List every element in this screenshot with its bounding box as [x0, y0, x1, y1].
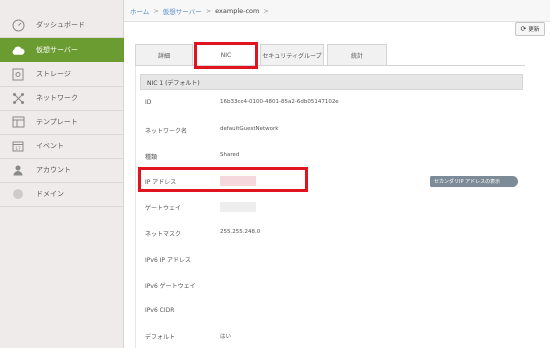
sidebar-item-label: イベント: [36, 142, 64, 150]
breadcrumb-virtual-servers[interactable]: 仮想サーバー: [163, 6, 202, 16]
detail-label-netmask: ネットマスク: [145, 231, 182, 238]
detail-label-type: 種類: [145, 154, 158, 161]
detail-value-gateway-redacted: [220, 202, 256, 212]
detail-label-ipv6-gateway: IPv6 ゲートウェイ: [145, 283, 196, 290]
sidebar-item-label: ストレージ: [36, 70, 71, 78]
sidebar-item-templates[interactable]: テンプレート: [0, 110, 124, 134]
breadcrumb-separator: >: [153, 6, 159, 15]
refresh-label: 更新: [528, 27, 540, 33]
sidebar-item-events[interactable]: 17 イベント: [0, 134, 124, 158]
detail-value-network-name: defaultGuestNetwork: [220, 126, 279, 132]
template-icon: [11, 115, 25, 129]
svg-text:17: 17: [15, 146, 21, 152]
detail-label-ipv6-cidr: IPv6 CIDR: [145, 307, 175, 314]
calendar-icon: 17: [11, 139, 25, 153]
speedometer-icon: [11, 18, 25, 32]
sidebar-item-label: ネットワーク: [36, 94, 78, 102]
refresh-icon: ⟳: [520, 24, 527, 33]
sidebar-divider: [0, 206, 124, 207]
tab-label: 詳細: [157, 53, 170, 60]
sidebar-item-label: ダッシュボード: [36, 21, 85, 29]
highlight-box-ip-address: [138, 167, 308, 192]
detail-value-type: Shared: [220, 152, 240, 158]
sidebar-item-dashboard[interactable]: ダッシュボード: [0, 13, 124, 37]
refresh-button[interactable]: ⟳ 更新: [515, 22, 545, 36]
detail-label-id: ID: [145, 99, 152, 106]
storage-icon: [11, 67, 25, 81]
breadcrumb-current: example-com: [215, 6, 260, 15]
sidebar-item-accounts[interactable]: アカウント: [0, 158, 124, 182]
sidebar-item-storage[interactable]: ストレージ: [0, 62, 124, 86]
tab-details[interactable]: 詳細: [135, 44, 193, 66]
tab-label: セキュリティグループ: [262, 53, 322, 60]
show-secondary-ip-button[interactable]: セカンダリIP アドレスの表示: [430, 176, 518, 187]
sidebar-item-virtual-servers[interactable]: 仮想サーバー: [0, 38, 124, 62]
detail-value-default: はい: [220, 334, 232, 340]
nic-section-header: NIC 1 (デフォルト): [140, 74, 523, 90]
nic-panel: [135, 66, 525, 348]
sidebar-item-label: テンプレート: [36, 118, 78, 126]
detail-label-network-name: ネットワーク名: [145, 128, 188, 135]
sidebar-item-domains[interactable]: ドメイン: [0, 182, 124, 206]
user-icon: [11, 163, 25, 177]
sidebar-item-label: 仮想サーバー: [36, 46, 78, 54]
domain-icon: [11, 187, 25, 201]
tab-security-groups[interactable]: セキュリティグループ: [260, 44, 324, 66]
breadcrumb: ホーム > 仮想サーバー > example-com >: [124, 0, 550, 22]
network-icon: [11, 91, 25, 105]
tab-label: 統計: [350, 53, 363, 60]
highlight-box-nic-tab: [194, 42, 258, 69]
breadcrumb-home[interactable]: ホーム: [130, 6, 149, 16]
section-title: NIC 1 (デフォルト): [147, 79, 200, 87]
detail-value-netmask: 255.255.248.0: [220, 229, 261, 235]
detail-label-ipv6-address: IPv6 IP アドレス: [145, 257, 191, 264]
sidebar-item-label: ドメイン: [36, 190, 64, 198]
cloud-icon: [11, 43, 25, 57]
button-label: セカンダリIP アドレスの表示: [434, 179, 501, 185]
detail-label-default: デフォルト: [145, 334, 176, 341]
detail-label-gateway: ゲートウェイ: [145, 205, 182, 212]
sidebar-item-label: アカウント: [36, 166, 71, 174]
breadcrumb-separator: >: [205, 6, 212, 15]
tab-statistics[interactable]: 統計: [327, 44, 387, 66]
detail-value-id: 16b33cc4-0100-4801-85a2-6db05147102e: [220, 99, 339, 105]
breadcrumb-separator: >: [263, 6, 269, 15]
sidebar-item-network[interactable]: ネットワーク: [0, 86, 124, 110]
